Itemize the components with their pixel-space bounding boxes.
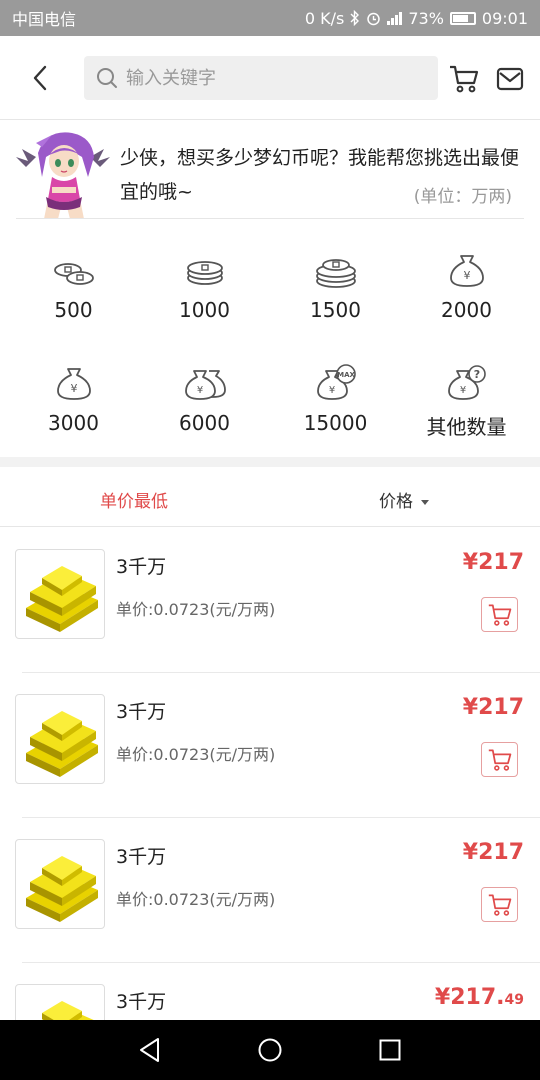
back-button[interactable] [26,62,56,94]
product-name: 3千万 [116,991,167,1013]
gold-bars-image [26,711,98,777]
system-navigation-bar [0,1020,540,1080]
price-decimal: 49 [504,992,524,1008]
product-item[interactable]: 3千万 单价:0.0723(元/万两) ¥217 [0,672,540,818]
coins-stack-icon [186,261,223,285]
price-value: ¥217 [462,695,524,720]
amount-label: 15000 [303,411,368,435]
price-value: ¥217. [434,985,505,1010]
product-name: 3千万 [116,846,167,868]
unit-note: (单位：万两) [413,187,512,207]
search-box[interactable] [84,56,438,100]
money-bag-icon: ¥ [449,255,484,287]
divider [16,218,524,219]
sort-lowest-unit-price-tab[interactable]: 单价最低 [100,487,168,512]
price-value: ¥217 [462,550,524,575]
add-to-cart-button[interactable] [481,742,518,777]
status-bar: 中国电信 0 K/s 73% 09:01 [0,0,540,36]
amount-label: 500 [54,298,93,322]
amount-option-1500[interactable]: 1500 [270,240,401,353]
nav-back-icon[interactable] [138,1037,162,1063]
gold-bars-image [26,856,98,922]
amount-label: 2000 [441,298,492,322]
amount-option-6000[interactable]: ¥ 6000 [139,353,270,466]
product-name: 3千万 [116,701,167,723]
svg-text:MAX: MAX [337,371,355,379]
coins-large-stack-icon [315,259,356,288]
search-input[interactable] [126,67,416,89]
alarm-icon [367,12,381,25]
bluetooth-icon [350,10,360,26]
intro-banner: 少侠，想买多少梦幻币呢？我能帮您挑选出最便宜的哦~ (单位：万两) [0,121,540,219]
nav-home-icon[interactable] [258,1038,282,1062]
svg-text:¥: ¥ [70,382,77,395]
money-bag-question-icon: ¥? [447,365,486,400]
amount-label: 其他数量 [426,415,507,439]
caret-down-icon [421,499,429,505]
svg-text:¥: ¥ [459,385,465,396]
product-thumbnail [15,549,105,639]
mail-icon [496,67,524,91]
shopping-cart-icon [488,749,511,771]
battery-icon [449,11,476,25]
shopping-cart-icon [488,604,511,626]
signal-icon [387,11,403,25]
amount-option-2000[interactable]: ¥ 2000 [401,240,532,353]
product-price: ¥217.49 [435,985,524,1010]
amount-option-1000[interactable]: 1000 [139,240,270,353]
product-thumbnail [15,694,105,784]
product-list: 3千万 单价:0.0723(元/万两) ¥217 3千万 单价:0.0723(元… [0,528,540,1080]
mascot-character-image [16,132,110,219]
svg-text:?: ? [473,368,479,381]
cart-button[interactable] [448,64,480,94]
gold-bars-image [26,566,98,632]
product-price: ¥217 [463,840,524,865]
product-unit-price: 单价:0.0723(元/万两) [116,600,276,619]
amount-label: 3000 [48,411,99,435]
amount-label: 6000 [179,411,230,435]
product-unit-price: 单价:0.0723(元/万两) [116,890,276,909]
search-icon [97,68,117,88]
product-unit-price: 单价:0.0723(元/万两) [116,745,276,764]
sort-bar: 单价最低 价格 [0,467,540,527]
product-price: ¥217 [463,695,524,720]
money-bags-icon: ¥ [184,370,226,400]
amount-label: 1500 [310,298,361,322]
status-icons: 0 K/s 73% 09:01 [305,9,528,28]
money-bag-max-icon: ¥MAX [316,364,356,400]
messages-button[interactable] [496,66,524,92]
battery-percent: 73% [408,8,444,28]
amount-option-3000[interactable]: ¥ 3000 [8,353,139,466]
product-item[interactable]: 3千万 单价:0.0723(元/万两) ¥217 [0,817,540,963]
shopping-cart-icon [450,65,479,93]
coins-small-icon [53,263,94,285]
sort-price-tab[interactable]: 价格 [379,487,429,512]
money-bag-icon: ¥ [56,368,91,400]
network-speed: 0 K/s [304,8,345,28]
amount-option-500[interactable]: 500 [8,240,139,353]
section-divider [0,457,540,467]
svg-text:¥: ¥ [463,269,470,282]
product-price: ¥217 [463,550,524,575]
svg-text:¥: ¥ [196,385,202,396]
add-to-cart-button[interactable] [481,887,518,922]
amount-grid: 500 1000 1500 ¥ 2000 ¥ 3000 ¥ 6000 ¥ MAX … [8,240,532,466]
chevron-left-icon [33,65,47,91]
shopping-cart-icon [488,894,511,916]
product-name: 3千万 [116,556,167,578]
price-value: ¥217 [462,840,524,865]
carrier-name: 中国电信 [12,10,77,29]
amount-option-other[interactable]: ¥? 其他数量 [401,353,532,466]
clock: 09:01 [481,8,528,28]
product-thumbnail [15,839,105,929]
product-item[interactable]: 3千万 单价:0.0723(元/万两) ¥217 [0,528,540,673]
amount-option-15000[interactable]: ¥ MAX 15000 [270,353,401,466]
add-to-cart-button[interactable] [481,597,518,632]
svg-text:¥: ¥ [328,385,334,396]
sort-price-label: 价格 [379,492,413,512]
amount-label: 1000 [179,298,230,322]
header [0,36,540,120]
nav-recent-apps-icon[interactable] [379,1039,401,1061]
